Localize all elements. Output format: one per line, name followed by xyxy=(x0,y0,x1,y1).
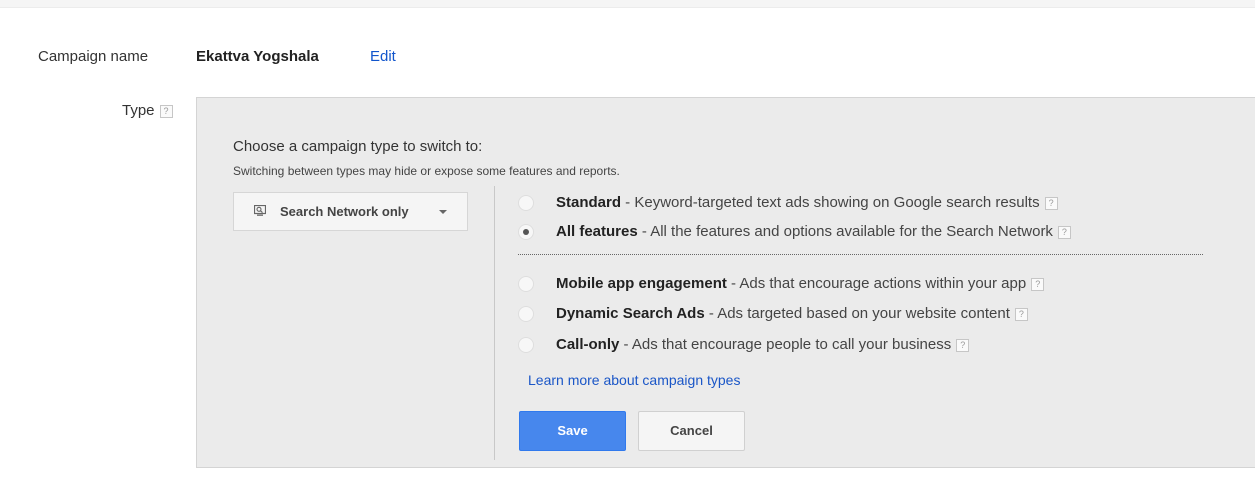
cancel-button[interactable]: Cancel xyxy=(638,411,745,451)
option-name: All features xyxy=(556,223,638,240)
option-description: - All the features and options available… xyxy=(637,223,1053,240)
option-name: Mobile app engagement xyxy=(556,275,727,292)
search-network-icon xyxy=(254,205,266,216)
choose-type-heading: Choose a campaign type to switch to: xyxy=(233,138,483,155)
network-dropdown-label: Search Network only xyxy=(280,204,409,219)
type-help-icon[interactable]: ? xyxy=(159,104,173,118)
option-name: Call-only xyxy=(556,336,620,353)
option-help-icon[interactable]: ? xyxy=(1044,196,1058,210)
option-description: - Ads that encourage actions within your… xyxy=(726,275,1027,292)
option-help-icon[interactable]: ? xyxy=(1031,277,1045,291)
option-help-icon[interactable]: ? xyxy=(1057,225,1071,239)
option-description: - Keyword-targeted text ads showing on G… xyxy=(621,194,1040,211)
chevron-down-icon xyxy=(439,210,447,214)
edit-campaign-name-link[interactable]: Edit xyxy=(370,48,396,65)
dynamic-search-ads-radio[interactable] xyxy=(518,306,534,322)
option-help-icon[interactable]: ? xyxy=(1014,307,1028,321)
call-only-radio[interactable] xyxy=(518,337,534,353)
campaign-name-label: Campaign name xyxy=(38,48,149,65)
option-name: Standard xyxy=(556,194,622,211)
switch-note: Switching between types may hide or expo… xyxy=(233,164,620,178)
save-button[interactable]: Save xyxy=(519,411,626,451)
network-dropdown[interactable]: Search Network only xyxy=(233,192,468,231)
type-label: Type xyxy=(122,102,155,119)
option-description: - Ads that encourage people to call your… xyxy=(619,336,952,353)
option-name: Dynamic Search Ads xyxy=(556,305,705,322)
options-separator xyxy=(518,254,1203,255)
top-strip xyxy=(0,0,1255,8)
standard-radio[interactable] xyxy=(518,195,534,211)
campaign-name-value: Ekattva Yogshala xyxy=(196,48,319,65)
campaign-type-panel: Choose a campaign type to switch to: Swi… xyxy=(196,97,1255,468)
vertical-divider xyxy=(494,186,495,460)
option-description: - Ads targeted based on your website con… xyxy=(704,305,1010,322)
all-features-radio[interactable] xyxy=(518,224,534,240)
type-label-row: Type? xyxy=(122,102,173,119)
mobile-app-engagement-radio[interactable] xyxy=(518,276,534,292)
option-help-icon[interactable]: ? xyxy=(956,338,970,352)
learn-more-link[interactable]: Learn more about campaign types xyxy=(528,372,740,388)
